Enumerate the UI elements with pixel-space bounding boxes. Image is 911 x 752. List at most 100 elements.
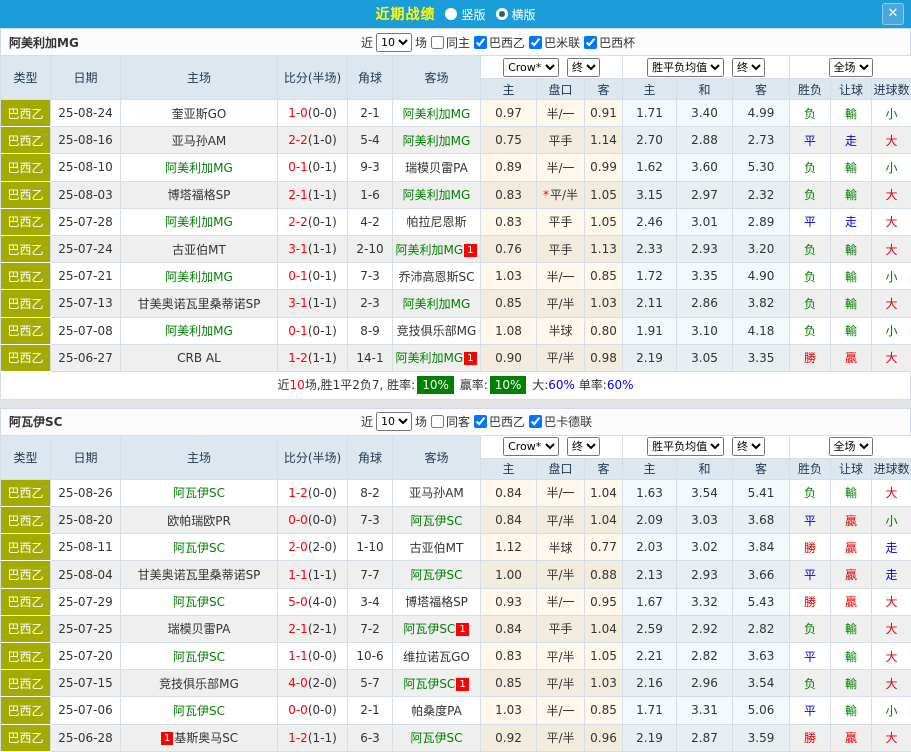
close-button[interactable]: ✕ — [882, 3, 904, 25]
avg-home-cell: 2.19 — [623, 344, 677, 371]
odds-away-cell: 0.98 — [585, 344, 623, 371]
odds-source-select[interactable]: Crow* — [503, 437, 559, 456]
league-checkbox[interactable] — [474, 415, 487, 428]
match-row: 巴西乙25-06-27CRB AL1-2(1-1)14-1阿美利加MG10.90… — [1, 344, 911, 371]
away-team-cell: 阿瓦伊SC1 — [393, 615, 481, 642]
result-handicap-cell: 贏 — [831, 507, 872, 534]
odds-source-group: Crow* 终 — [481, 56, 623, 79]
result-handicap-cell: 輸 — [831, 181, 872, 208]
odds-final-select[interactable]: 终 — [567, 58, 600, 77]
col-home: 主场 — [121, 56, 278, 100]
summary-segment: 场,胜1平2负7, 胜率: — [305, 378, 415, 392]
odds-source-select[interactable]: Crow* — [503, 58, 559, 77]
team-label: 瑞模贝雷PA — [405, 161, 468, 175]
league-cell: 巴西乙 — [1, 643, 51, 670]
date-cell: 25-08-16 — [51, 127, 121, 154]
avg-away-cell: 2.73 — [733, 127, 790, 154]
team-label: 阿美利加MG — [165, 270, 233, 284]
result-handicap-cell: 贏 — [831, 561, 872, 588]
handicap-cell: 平手 — [537, 208, 585, 235]
league-checkbox[interactable] — [474, 36, 487, 49]
result-goals-cell: 大 — [872, 344, 911, 371]
handicap-cell: 平/半 — [537, 290, 585, 317]
result-winloss-cell: 负 — [790, 615, 831, 642]
league-checkbox[interactable] — [529, 415, 542, 428]
col-corner: 角球 — [348, 435, 393, 479]
league-filter-cup[interactable]: 巴西杯 — [583, 34, 635, 51]
radio-vertical-layout[interactable]: 竖版 — [445, 6, 485, 23]
fulltime-group: 全场 — [790, 56, 911, 79]
avg-away-cell: 4.18 — [733, 317, 790, 344]
same-home-checkbox[interactable] — [431, 36, 444, 49]
date-cell: 25-08-10 — [51, 154, 121, 181]
team-label: 阿美利加MG — [403, 297, 471, 311]
league-filter-serie-b[interactable]: 巴西乙 — [473, 34, 525, 51]
team-label: 基斯奥马SC — [174, 731, 238, 745]
result-goals-cell: 走 — [872, 534, 911, 561]
avg-home-cell: 1.63 — [623, 479, 677, 506]
team-label: 亚马孙AM — [409, 486, 464, 500]
league-filter-serie-b[interactable]: 巴西乙 — [473, 413, 525, 430]
radio-unselected-icon[interactable] — [445, 8, 457, 20]
col-goals: 进球数 — [872, 79, 911, 100]
match-count-select[interactable]: 10 — [376, 33, 412, 52]
avg-draw-cell: 3.10 — [677, 317, 733, 344]
avg-final-select[interactable]: 终 — [732, 58, 765, 77]
team-label: 甘美奥诺瓦里桑蒂诺SP — [138, 568, 261, 582]
odds-final-select[interactable]: 终 — [567, 437, 600, 456]
odds-away-cell: 0.88 — [585, 561, 623, 588]
league-cell: 巴西乙 — [1, 670, 51, 697]
avg-odds-select[interactable]: 胜平负均值 — [647, 437, 724, 456]
match-row: 巴西乙25-07-06阿瓦伊SC0-0(0-0)2-1帕桑度PA1.03半/一0… — [1, 697, 911, 724]
radio-selected-icon[interactable] — [496, 8, 508, 20]
odds-away-cell: 1.04 — [585, 479, 623, 506]
corner-cell: 7-3 — [348, 263, 393, 290]
league-checkbox[interactable] — [529, 36, 542, 49]
radio-horizontal-layout[interactable]: 横版 — [496, 6, 536, 23]
avg-away-cell: 5.30 — [733, 154, 790, 181]
handicap-cell: 半球 — [537, 317, 585, 344]
avg-odds-select[interactable]: 胜平负均值 — [647, 58, 724, 77]
date-cell: 25-08-11 — [51, 534, 121, 561]
league-cell: 巴西乙 — [1, 588, 51, 615]
odds-home-cell: 0.90 — [481, 344, 537, 371]
away-team-cell: 竞技俱乐部MG — [393, 317, 481, 344]
league-filter-mineiro[interactable]: 巴米联 — [528, 34, 580, 51]
corner-cell: 6-3 — [348, 724, 393, 751]
odds-away-cell: 0.91 — [585, 100, 623, 127]
col-avg-home: 主 — [623, 79, 677, 100]
date-cell: 25-07-08 — [51, 317, 121, 344]
avg-draw-cell: 2.93 — [677, 235, 733, 262]
result-winloss-cell: 负 — [790, 235, 831, 262]
away-team-cell: 阿美利加MG1 — [393, 344, 481, 371]
team-label: 竞技俱乐部MG — [397, 324, 477, 338]
fulltime-select[interactable]: 全场 — [829, 58, 873, 77]
same-home-filter[interactable]: 同主 — [430, 34, 470, 51]
avg-final-select[interactable]: 终 — [732, 437, 765, 456]
league-checkbox[interactable] — [584, 36, 597, 49]
avg-away-cell: 3.63 — [733, 643, 790, 670]
corner-cell: 3-4 — [348, 588, 393, 615]
odds-home-cell: 0.92 — [481, 724, 537, 751]
away-team-cell: 阿美利加MG — [393, 100, 481, 127]
odds-home-cell: 0.75 — [481, 127, 537, 154]
avg-draw-cell: 3.01 — [677, 208, 733, 235]
result-goals-cell: 大 — [872, 588, 911, 615]
summary-segment: 10% — [490, 376, 527, 394]
match-count-select[interactable]: 10 — [376, 412, 412, 431]
league-cell: 巴西乙 — [1, 317, 51, 344]
fulltime-select[interactable]: 全场 — [829, 437, 873, 456]
league-cell: 巴西乙 — [1, 344, 51, 371]
league-filter-catarinense[interactable]: 巴卡德联 — [528, 413, 592, 430]
avg-odds-group: 胜平负均值 终 — [623, 56, 790, 79]
same-away-checkbox[interactable] — [431, 415, 444, 428]
col-score: 比分(半场) — [278, 435, 348, 479]
summary-segment: 60% — [607, 378, 634, 392]
home-team-cell: 甘美奥诺瓦里桑蒂诺SP — [121, 290, 278, 317]
team-name: 阿美利加MG — [9, 34, 361, 51]
avg-away-cell: 4.99 — [733, 100, 790, 127]
avg-home-cell: 2.46 — [623, 208, 677, 235]
avg-home-cell: 2.09 — [623, 507, 677, 534]
match-row: 巴西乙25-08-20欧帕瑞欧PR0-0(0-0)7-3阿瓦伊SC0.84平/半… — [1, 507, 911, 534]
same-away-filter[interactable]: 同客 — [430, 413, 470, 430]
